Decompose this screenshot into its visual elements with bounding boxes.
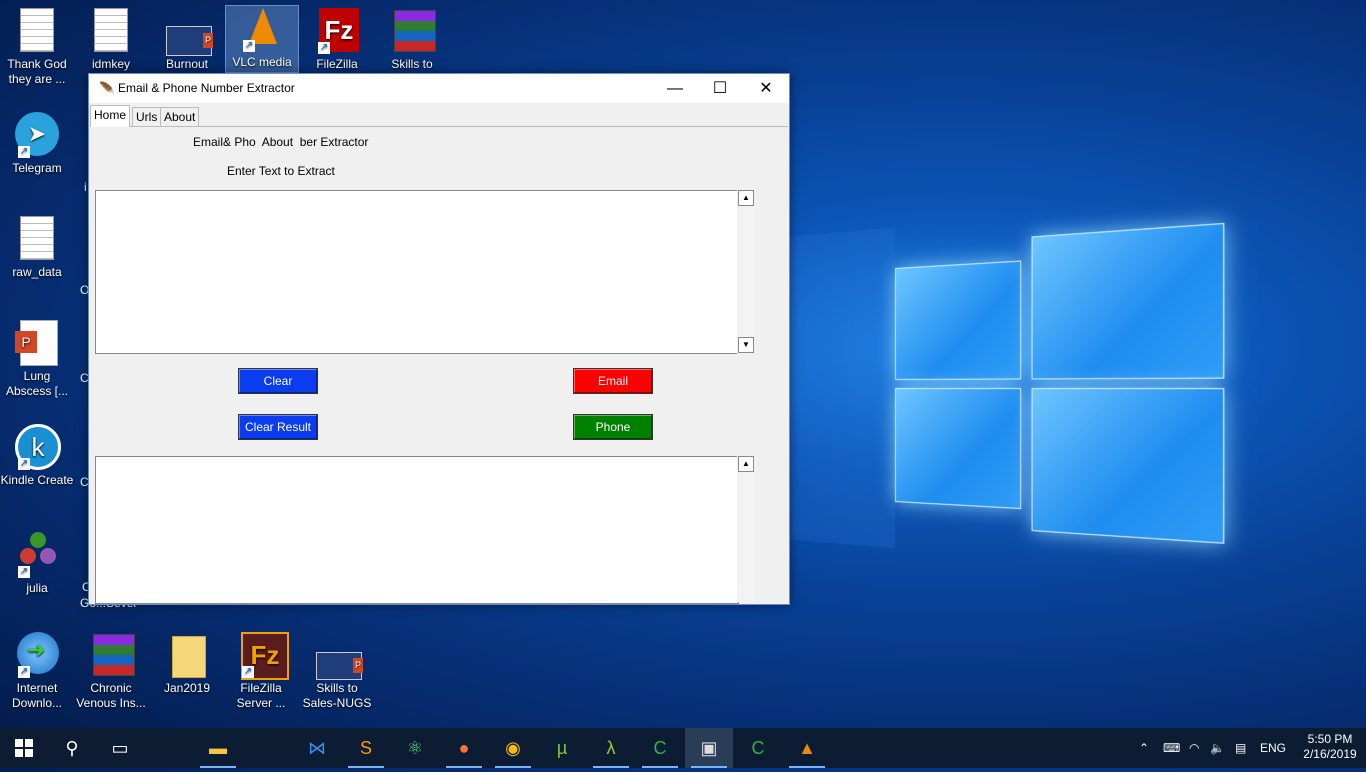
hidden-icon-fragment: i [84,180,87,194]
powerpoint-icon: P [15,320,58,366]
wifi-icon[interactable]: ◠ [1189,728,1199,768]
julia-icon: ↗ [14,532,60,578]
close-button[interactable]: ✕ [743,74,789,103]
utorrent-icon[interactable]: µ [538,728,586,768]
windows-start-icon [15,739,33,757]
clock-date: 2/16/2019 [1303,747,1357,761]
desktop-icon-jan2019[interactable]: Jan2019 [150,632,224,696]
desktop-icon-julia[interactable]: ↗ julia [0,532,74,596]
desktop-icon-label: Lung Abscess [... [5,369,69,398]
phone-button[interactable]: Phone [573,414,653,440]
scroll-up-arrow-icon[interactable]: ▲ [738,456,754,472]
clock-time: 5:50 PM [1307,732,1353,746]
desktop-icon-burnout[interactable]: P Burnout [150,8,224,72]
desktop-icon-idmkey[interactable]: idmkey [74,8,148,72]
app-heading: Email& Pho About ber Extractor [193,135,369,149]
task-view-icon[interactable]: ▭ [96,728,144,768]
taskbar: ⚲ ▭ ▬ ⋈ S ⚛ ● ◉ µ λ C ▣ C ▲ ⌃ ⌨ ◠ 🔈 ▤ EN… [0,728,1366,768]
extractor-window: 🪶 Email & Phone Number Extractor — ☐ ✕ H… [88,73,790,605]
desktop-icon-label: idmkey [91,57,130,71]
start-button[interactable] [0,728,48,768]
terminal-icon[interactable]: λ [587,728,635,768]
tray-chevron-up-icon[interactable]: ⌃ [1139,728,1149,768]
desktop-icon-lung-abscess[interactable]: P Lung Abscess [... [0,320,74,399]
desktop-icon-label: Kindle Create [0,473,74,487]
desktop-icon-label: Thank God they are ... [7,57,67,86]
tab-home[interactable]: Home [90,105,131,127]
desktop-icon-raw-data[interactable]: raw_data [0,216,74,280]
windows-logo-wallpaper [310,200,1243,575]
vlc-taskbar-icon[interactable]: ▲ [783,728,831,768]
powerpoint-icon: P [316,652,363,680]
desktop-icon-chronic-venous[interactable]: Chronic Venous Ins... [74,632,148,711]
desktop-icon-label: FileZilla [316,57,358,71]
desktop-icon-skills-to-sales[interactable]: P Skills to Sales-NUGS [300,632,374,711]
folder-icon [172,636,206,678]
desktop-icon-kindle-create[interactable]: k ↗ Kindle Create [0,424,74,488]
sublime-text-icon[interactable]: S [342,728,390,768]
desktop-icon-label: Burnout [165,57,209,71]
desktop-icon-thank-god[interactable]: Thank God they are ... [0,8,74,87]
desktop-icon-label: FileZilla Server ... [236,681,286,710]
vlc-icon [249,8,277,44]
feather-icon: 🪶 [99,81,116,96]
tab-divider [90,126,788,127]
input-textarea[interactable] [95,190,739,354]
scroll-down-arrow-icon[interactable]: ▼ [738,337,754,353]
input-indicator-icon[interactable]: ⌨ [1163,728,1180,768]
desktop-icon-label: Chronic Venous Ins... [76,681,146,710]
notification-message-icon[interactable]: ▤ [1235,728,1246,768]
title-bar[interactable]: 🪶 Email & Phone Number Extractor — ☐ ✕ [89,74,789,103]
language-indicator[interactable]: ENG [1260,728,1286,768]
desktop-icon-label: julia [26,581,48,595]
enter-text-label: Enter Text to Extract [227,164,335,178]
maximize-button[interactable]: ☐ [697,74,743,103]
document-icon [20,216,54,260]
clear-button[interactable]: Clear [238,368,318,394]
input-scrollbar[interactable]: ▲ ▼ [737,190,755,354]
firefox-icon[interactable]: ● [440,728,488,768]
document-icon [20,8,54,52]
powerpoint-icon: P [166,26,213,56]
tab-about[interactable]: About [160,107,200,127]
desktop-icon-telegram[interactable]: ➤ ↗ Telegram [0,112,74,176]
volume-icon[interactable]: 🔈 [1210,728,1225,768]
minimize-button[interactable]: — [652,74,698,103]
desktop-icon-label: Skills to Sales-NUGS [302,681,372,710]
vscode-icon[interactable]: ⋈ [293,728,341,768]
desktop-icon-label: Skills to [391,57,433,71]
desktop-icon-label: raw_data [12,265,62,279]
winrar-icon [93,634,135,676]
desktop-icon-label: Internet Downlo... [11,681,63,710]
desktop-icon-internet-download-manager[interactable]: ➜ ↗ Internet Downlo... [0,632,74,711]
document-icon [94,8,128,52]
clock[interactable]: 5:50 PM 2/16/2019 [1300,728,1360,772]
winrar-icon [394,10,436,52]
camtasia-recorder-icon[interactable]: C [734,728,782,768]
desktop-icon-label: Telegram [12,161,62,175]
result-textarea[interactable] [95,456,739,604]
desktop-icon-skills-to[interactable]: Skills to [375,8,449,72]
python-app-icon[interactable]: ▣ [685,728,733,768]
desktop-icon-label: Jan2019 [163,681,211,695]
result-scrollbar[interactable]: ▲ [737,456,755,602]
window-title: Email & Phone Number Extractor [118,81,295,95]
chrome-icon[interactable]: ◉ [489,728,537,768]
clear-result-button[interactable]: Clear Result [238,414,318,440]
search-icon[interactable]: ⚲ [48,728,96,768]
email-button[interactable]: Email [573,368,653,394]
desktop-icon-filezilla[interactable]: Fz ↗ FileZilla [300,8,374,72]
desktop-icon-label: VLC media [232,55,292,69]
scroll-up-arrow-icon[interactable]: ▲ [738,190,754,206]
tab-urls[interactable]: Urls [132,107,162,127]
atom-icon[interactable]: ⚛ [391,728,439,768]
desktop-icon-vlc[interactable]: ↗ VLC media [225,5,299,73]
desktop-icon-filezilla-server[interactable]: Fz ↗ FileZilla Server ... [224,632,298,711]
file-explorer-icon[interactable]: ▬ [194,728,242,768]
camtasia-icon[interactable]: C [636,728,684,768]
